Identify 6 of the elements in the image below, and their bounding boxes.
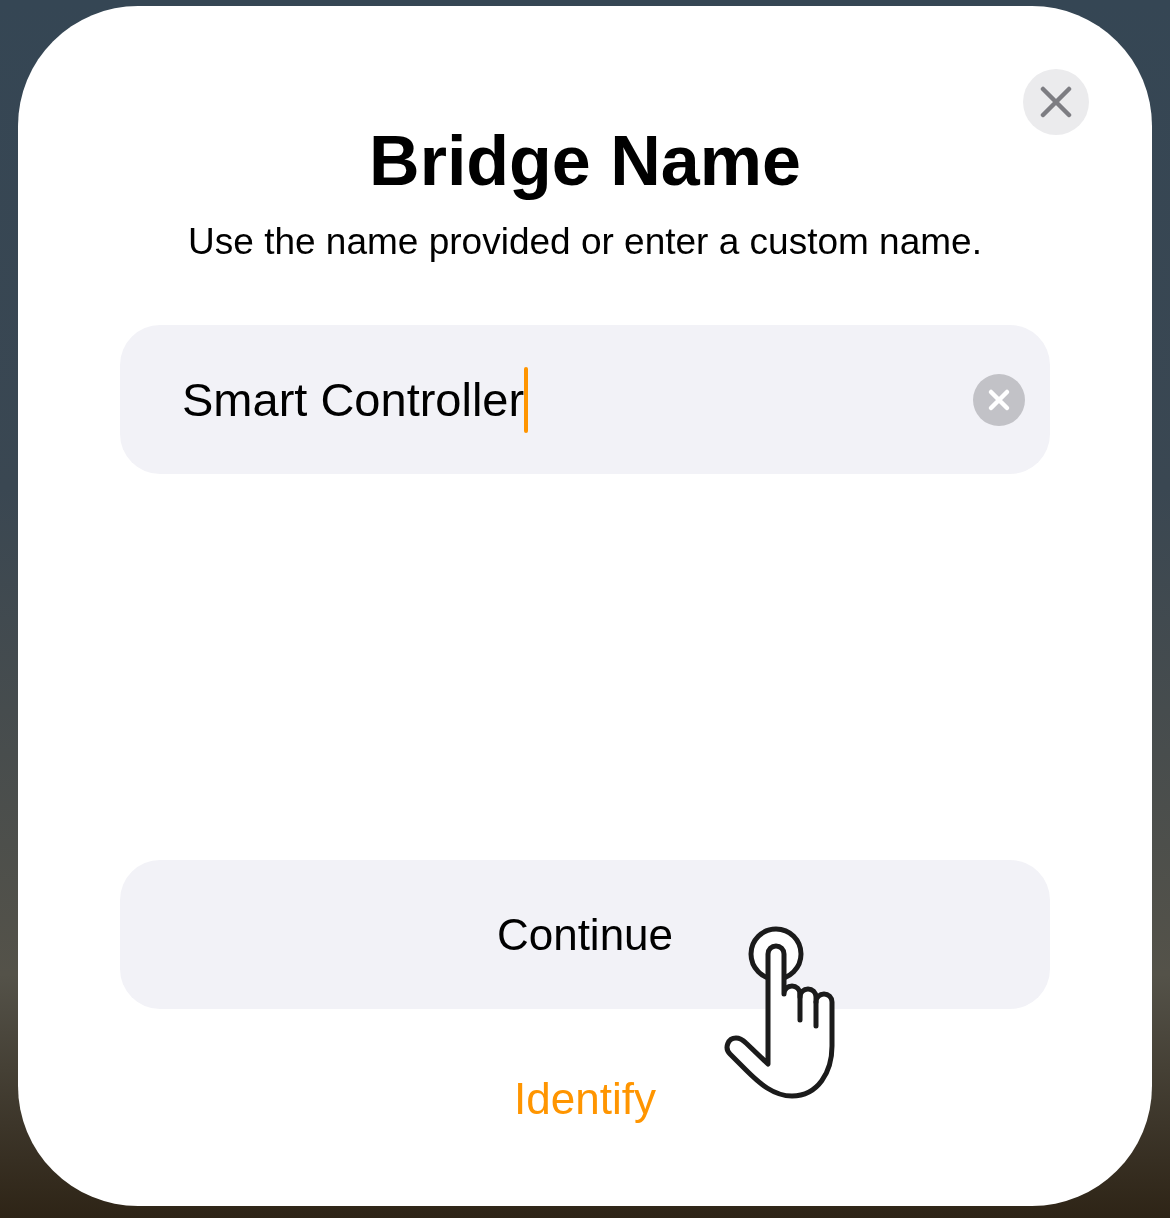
field-value: Smart Controller (182, 372, 525, 427)
sheet-title: Bridge Name (368, 121, 802, 202)
continue-button[interactable]: Continue (120, 860, 1050, 1009)
name-field[interactable]: Smart Controller (120, 325, 1050, 474)
sheet-subtitle: Use the name provided or enter a custom name. (187, 220, 983, 264)
close-icon (1040, 86, 1072, 118)
